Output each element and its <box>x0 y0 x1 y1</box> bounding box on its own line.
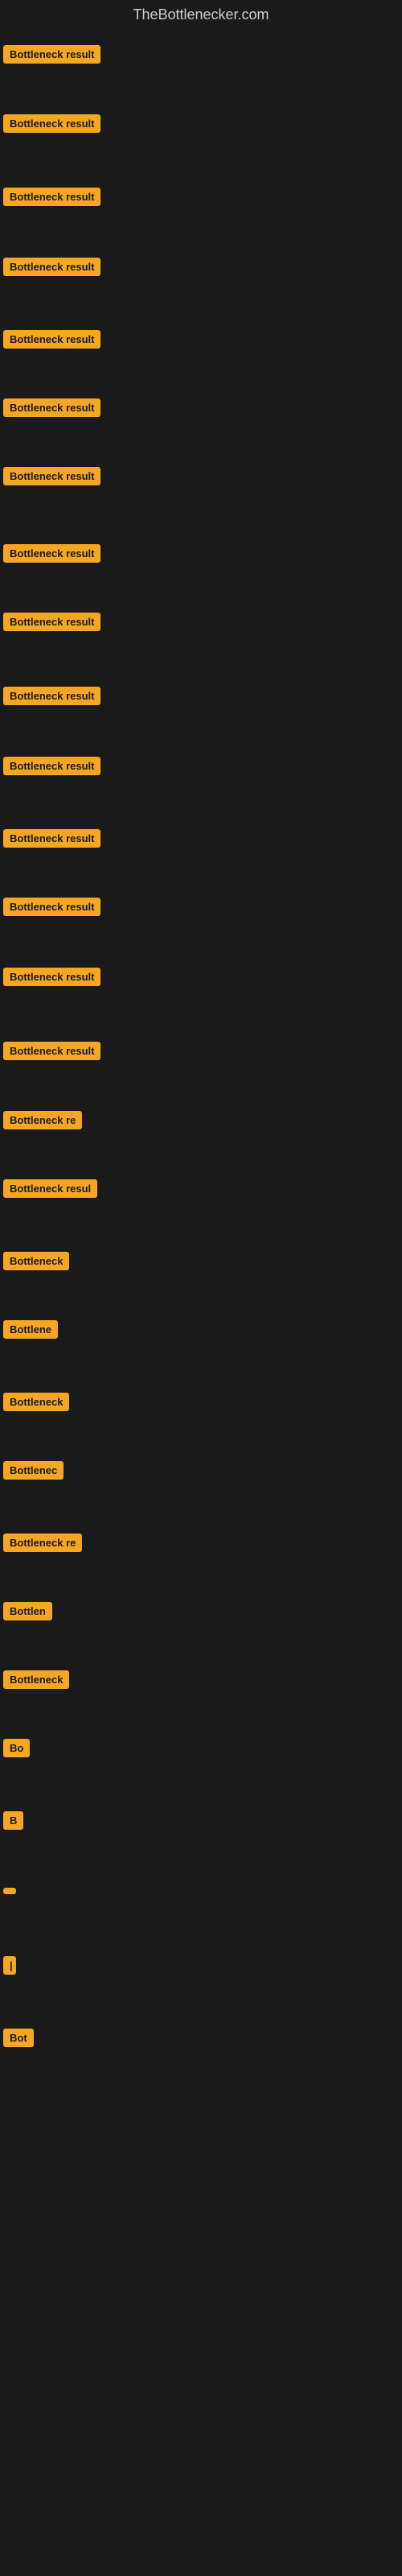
bottleneck-badge[interactable]: Bottleneck result <box>3 1042 100 1060</box>
bottleneck-item <box>3 1884 16 1898</box>
bottleneck-badge[interactable]: Bottlen <box>3 1602 52 1620</box>
bottleneck-badge[interactable]: Bottleneck result <box>3 757 100 775</box>
bottleneck-item: Bottleneck result <box>3 757 100 779</box>
bottleneck-item: Bottlene <box>3 1320 58 1343</box>
bottleneck-badge[interactable]: Bottleneck re <box>3 1111 82 1129</box>
bottleneck-badge[interactable]: Bottleneck result <box>3 467 100 485</box>
bottleneck-item: Bottleneck result <box>3 467 100 489</box>
bottleneck-badge[interactable]: Bo <box>3 1739 30 1757</box>
bottleneck-badge[interactable]: Bottleneck re <box>3 1534 82 1552</box>
bottleneck-badge[interactable]: Bottleneck result <box>3 45 100 64</box>
bottleneck-item: Bottleneck result <box>3 613 100 635</box>
site-title: TheBottlenecker.com <box>0 0 402 33</box>
bottleneck-item: Bottleneck re <box>3 1534 82 1556</box>
bottleneck-badge[interactable]: Bottleneck result <box>3 188 100 206</box>
bottleneck-item: Bottleneck resul <box>3 1179 97 1202</box>
bottleneck-badge[interactable]: Bottlenec <box>3 1461 64 1480</box>
bottleneck-item: Bottlen <box>3 1602 52 1624</box>
bottleneck-badge[interactable]: Bot <box>3 2029 34 2047</box>
bottleneck-item: Bottleneck result <box>3 1042 100 1064</box>
bottleneck-item: Bottleneck result <box>3 544 100 567</box>
bottleneck-item: Bottleneck re <box>3 1111 82 1133</box>
bottleneck-badge[interactable]: Bottleneck result <box>3 114 100 133</box>
bottleneck-item: Bottleneck result <box>3 829 100 852</box>
bottleneck-item: Bottleneck result <box>3 898 100 920</box>
bottleneck-item: Bottleneck result <box>3 330 100 353</box>
bottleneck-item: Bottleneck <box>3 1252 69 1274</box>
bottleneck-item: Bottleneck <box>3 1670 69 1693</box>
bottleneck-badge[interactable]: B <box>3 1811 23 1830</box>
bottleneck-badge[interactable]: Bottlene <box>3 1320 58 1339</box>
bottleneck-badge[interactable] <box>3 1888 16 1894</box>
bottleneck-badge[interactable]: | <box>3 1956 16 1975</box>
bottleneck-item: Bottleneck result <box>3 968 100 990</box>
bottleneck-item: Bottleneck result <box>3 114 100 137</box>
bottleneck-item: Bot <box>3 2029 34 2051</box>
bottleneck-badge[interactable]: Bottleneck result <box>3 829 100 848</box>
bottleneck-badge[interactable]: Bottleneck resul <box>3 1179 97 1198</box>
bottleneck-item: Bottlenec <box>3 1461 64 1484</box>
bottleneck-badge[interactable]: Bottleneck result <box>3 544 100 563</box>
bottleneck-badge[interactable]: Bottleneck result <box>3 687 100 705</box>
bottleneck-item: Bottleneck result <box>3 188 100 210</box>
bottleneck-badge[interactable]: Bottleneck result <box>3 330 100 349</box>
bottleneck-item: B <box>3 1811 23 1834</box>
bottleneck-badge[interactable]: Bottleneck <box>3 1670 69 1689</box>
bottleneck-badge[interactable]: Bottleneck result <box>3 898 100 916</box>
bottleneck-item: | <box>3 1956 16 1979</box>
bottleneck-badge[interactable]: Bottleneck result <box>3 968 100 986</box>
bottleneck-item: Bottleneck result <box>3 687 100 709</box>
bottleneck-badge[interactable]: Bottleneck result <box>3 613 100 631</box>
bottleneck-item: Bottleneck result <box>3 45 100 68</box>
bottleneck-item: Bottleneck <box>3 1393 69 1415</box>
bottleneck-item: Bottleneck result <box>3 258 100 280</box>
bottleneck-badge[interactable]: Bottleneck result <box>3 398 100 417</box>
bottleneck-badge[interactable]: Bottleneck <box>3 1393 69 1411</box>
bottleneck-badge[interactable]: Bottleneck result <box>3 258 100 276</box>
bottleneck-item: Bottleneck result <box>3 398 100 421</box>
bottleneck-badge[interactable]: Bottleneck <box>3 1252 69 1270</box>
bottleneck-item: Bo <box>3 1739 30 1761</box>
